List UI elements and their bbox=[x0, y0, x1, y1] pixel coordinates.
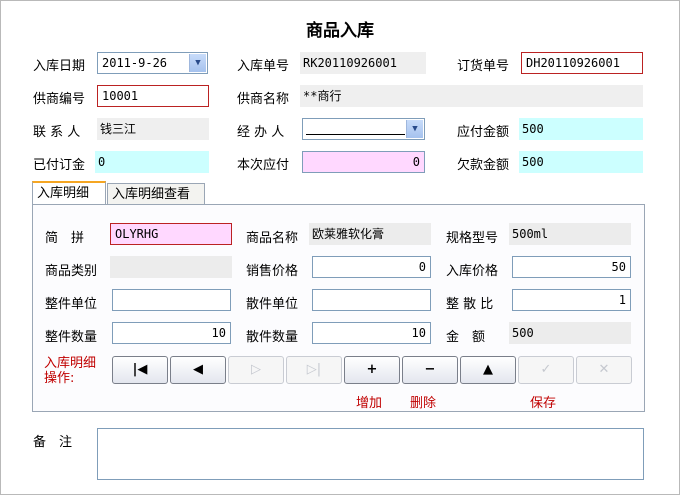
current-pay-label: 本次应付 bbox=[237, 158, 290, 173]
supplier-name-field: **商行 bbox=[300, 85, 643, 107]
ratio-label: 整 散 比 bbox=[446, 297, 494, 312]
minus-icon: − bbox=[424, 362, 436, 377]
ops-label: 入库明细 操作: bbox=[44, 356, 96, 386]
tab-in-detail[interactable]: 入库明细 bbox=[32, 181, 106, 205]
in-date-value: 2011-9-26 bbox=[102, 56, 168, 70]
contact-label: 联 系 人 bbox=[33, 125, 81, 140]
in-date-label: 入库日期 bbox=[33, 59, 86, 74]
memo-label: 备 注 bbox=[33, 435, 73, 450]
owed-label: 欠款金额 bbox=[457, 158, 510, 173]
amount-label: 金 额 bbox=[446, 330, 486, 345]
supplier-no-field[interactable]: 10001 bbox=[97, 85, 209, 107]
prev-icon: ◀ bbox=[193, 362, 203, 377]
spec-label: 规格型号 bbox=[446, 231, 499, 246]
ops-label-line1: 入库明细 bbox=[44, 356, 97, 371]
order-no-field[interactable]: DH20110926001 bbox=[521, 52, 643, 74]
delete-caption: 删除 bbox=[410, 396, 437, 411]
handler-label: 经 办 人 bbox=[237, 125, 285, 140]
spec-field: 500ml bbox=[509, 223, 631, 245]
contact-field: 钱三江 bbox=[97, 118, 209, 140]
paid-deposit-label: 已付订金 bbox=[33, 158, 86, 173]
in-price-field[interactable]: 50 bbox=[512, 256, 631, 278]
last-icon: ▷| bbox=[306, 362, 322, 377]
edit-button[interactable]: ▲ bbox=[460, 356, 516, 384]
prev-record-button[interactable]: ◀ bbox=[170, 356, 226, 384]
first-record-button[interactable]: |◀ bbox=[112, 356, 168, 384]
chevron-down-icon[interactable]: ▼ bbox=[189, 54, 206, 72]
piece-unit-label: 散件单位 bbox=[246, 297, 299, 312]
page-title: 商品入库 bbox=[306, 21, 374, 41]
payable-total-field: 500 bbox=[519, 118, 643, 140]
category-field bbox=[110, 256, 232, 278]
payable-total-label: 应付金额 bbox=[457, 125, 510, 140]
up-triangle-icon: ▲ bbox=[483, 362, 493, 377]
in-price-label: 入库价格 bbox=[446, 264, 499, 279]
add-caption: 增加 bbox=[356, 396, 383, 411]
paid-deposit-field: 0 bbox=[95, 151, 209, 173]
owed-field: 500 bbox=[519, 151, 643, 173]
first-icon: |◀ bbox=[132, 362, 148, 377]
product-name-label: 商品名称 bbox=[246, 231, 299, 246]
cancel-button[interactable]: ✕ bbox=[576, 356, 632, 384]
chevron-down-icon[interactable]: ▼ bbox=[406, 120, 423, 138]
save-caption: 保存 bbox=[530, 396, 557, 411]
next-icon: ▷ bbox=[251, 362, 261, 377]
pinyin-field[interactable]: OLYRHG bbox=[110, 223, 232, 245]
ops-label-line2: 操作: bbox=[44, 371, 75, 386]
ratio-field[interactable]: 1 bbox=[512, 289, 631, 311]
whole-qty-label: 整件数量 bbox=[45, 330, 98, 345]
supplier-no-label: 供商编号 bbox=[33, 92, 86, 107]
piece-unit-field[interactable] bbox=[312, 289, 431, 311]
add-button[interactable]: + bbox=[344, 356, 400, 384]
order-no-label: 订货单号 bbox=[457, 59, 510, 74]
in-date-picker[interactable]: 2011-9-26 ▼ bbox=[97, 52, 208, 74]
last-record-button[interactable]: ▷| bbox=[286, 356, 342, 384]
save-button[interactable]: ✓ bbox=[518, 356, 574, 384]
sale-price-field[interactable]: 0 bbox=[312, 256, 431, 278]
piece-qty-label: 散件数量 bbox=[246, 330, 299, 345]
next-record-button[interactable]: ▷ bbox=[228, 356, 284, 384]
tab-in-detail-view[interactable]: 入库明细查看 bbox=[107, 183, 205, 205]
handler-underline bbox=[306, 134, 405, 135]
whole-unit-field[interactable] bbox=[112, 289, 231, 311]
supplier-name-label: 供商名称 bbox=[237, 92, 290, 107]
in-no-label: 入库单号 bbox=[237, 59, 290, 74]
pinyin-label: 简 拼 bbox=[45, 231, 85, 246]
current-pay-field[interactable]: 0 bbox=[302, 151, 425, 173]
category-label: 商品类别 bbox=[45, 264, 98, 279]
piece-qty-field[interactable]: 10 bbox=[312, 322, 431, 344]
handler-combo[interactable]: ▼ bbox=[302, 118, 425, 140]
in-no-field: RK20110926001 bbox=[300, 52, 426, 74]
plus-icon: + bbox=[366, 362, 378, 377]
whole-qty-field[interactable]: 10 bbox=[112, 322, 231, 344]
checkmark-icon: ✓ bbox=[540, 362, 552, 377]
sale-price-label: 销售价格 bbox=[246, 264, 299, 279]
delete-button[interactable]: − bbox=[402, 356, 458, 384]
amount-field: 500 bbox=[509, 322, 631, 344]
whole-unit-label: 整件单位 bbox=[45, 297, 98, 312]
memo-field[interactable] bbox=[97, 428, 644, 480]
product-name-field: 欧莱雅软化膏 bbox=[309, 223, 431, 245]
close-icon: ✕ bbox=[598, 362, 610, 377]
